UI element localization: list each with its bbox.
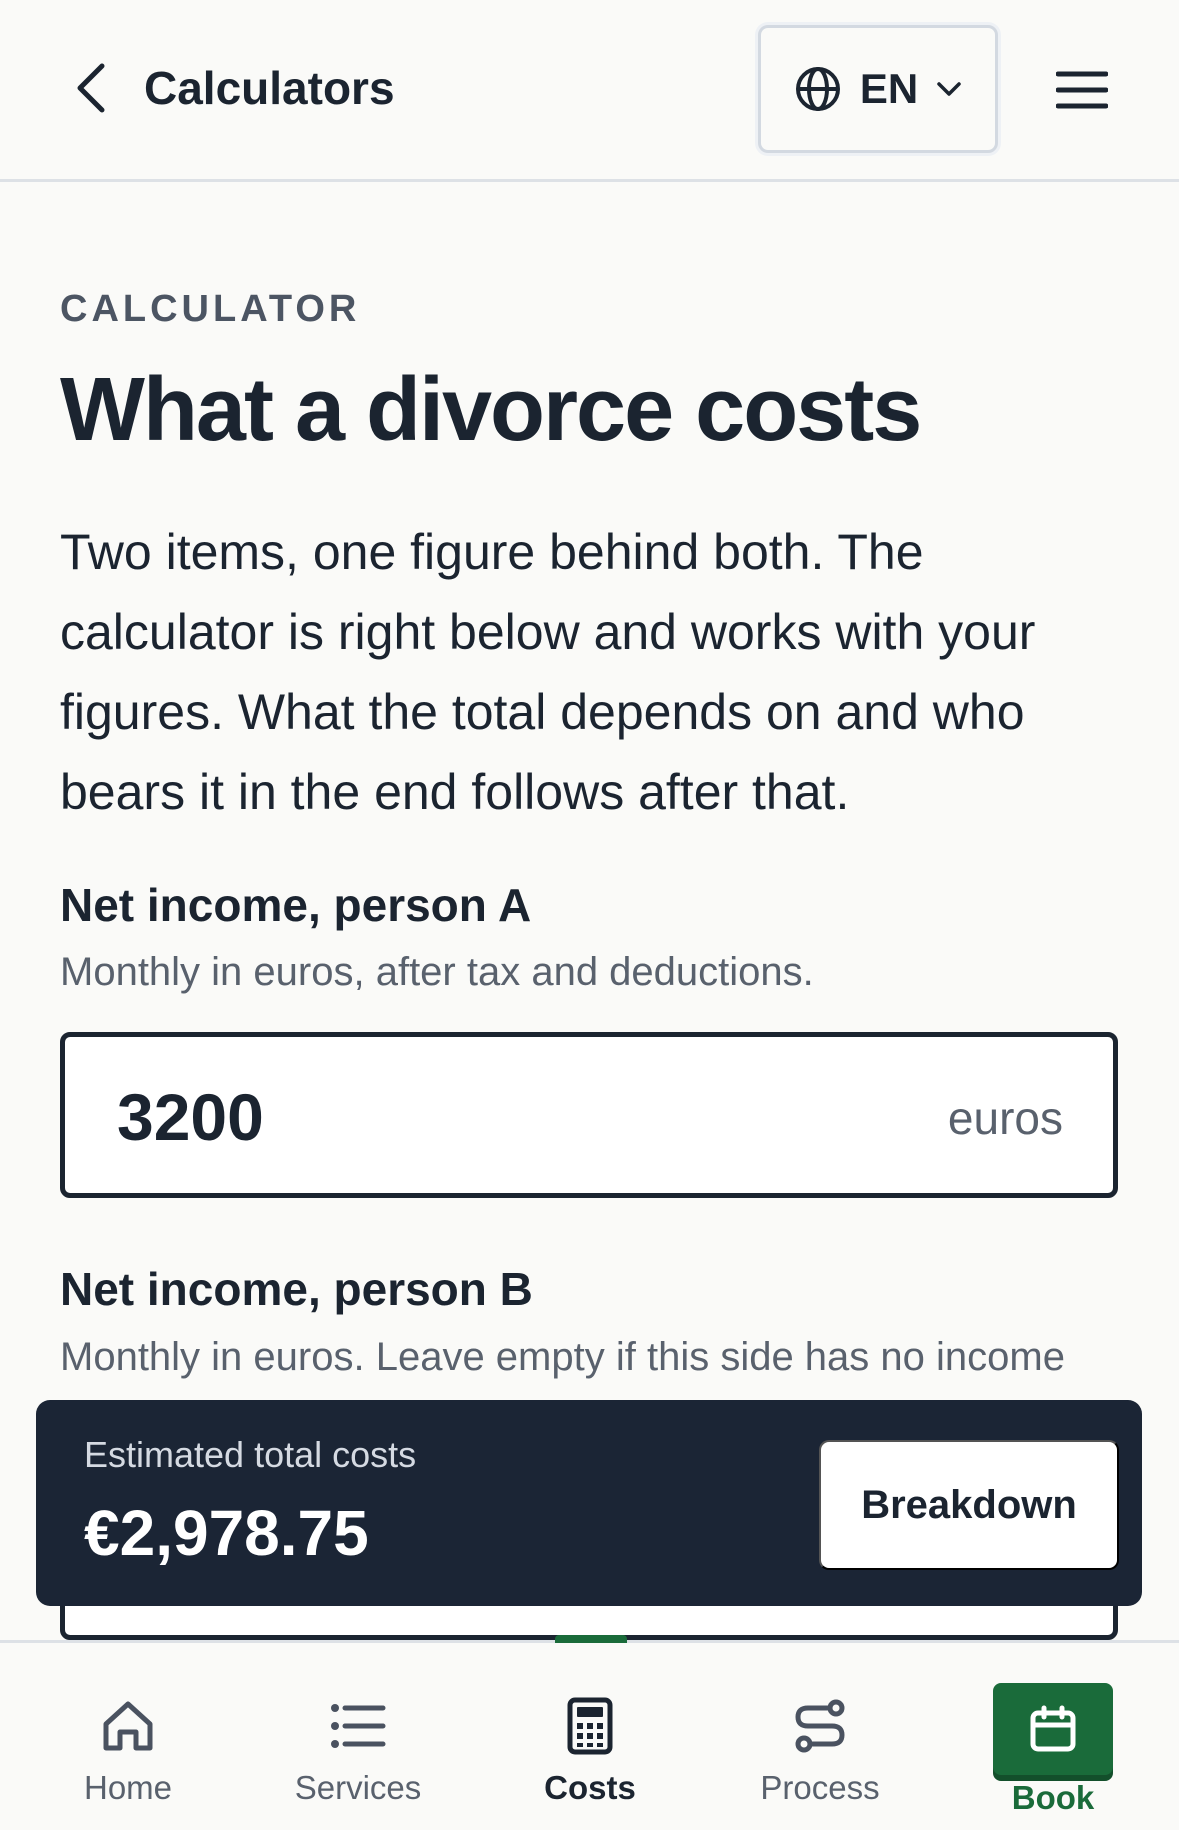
- nav-label-costs: Costs: [544, 1769, 636, 1806]
- back-button[interactable]: [62, 58, 118, 118]
- globe-icon: [795, 67, 840, 111]
- total-cost-label: Estimated total costs: [84, 1434, 417, 1475]
- person-a-income-unit: euros: [947, 1092, 1063, 1144]
- total-cost-value: €2,978.75: [84, 1497, 369, 1569]
- language-label: EN: [859, 65, 919, 112]
- page-title: Calculators: [144, 62, 395, 114]
- nav-label-home: Home: [83, 1769, 173, 1806]
- nav-label-services: Services: [294, 1769, 422, 1806]
- calculator-icon: [567, 1697, 613, 1755]
- hamburger-menu-icon: [1056, 71, 1108, 109]
- book-button[interactable]: [993, 1683, 1113, 1775]
- nav-item-services[interactable]: Services: [243, 1643, 473, 1830]
- route-icon: [795, 1699, 845, 1753]
- section-eyebrow: CALCULATOR: [60, 288, 361, 330]
- person-a-income-value: 3200: [117, 1080, 264, 1154]
- person-a-income-input[interactable]: 3200 euros: [60, 1032, 1118, 1198]
- nav-label-process: Process: [760, 1769, 880, 1806]
- nav-item-costs[interactable]: Costs: [475, 1643, 705, 1830]
- person-b-help: Monthly in euros. Leave empty if this si…: [60, 1335, 1065, 1379]
- total-cost-bar: Estimated total costs €2,978.75 Breakdow…: [36, 1400, 1142, 1606]
- nav-item-home[interactable]: Home: [13, 1643, 243, 1830]
- chevron-left-icon: [77, 63, 105, 113]
- breakdown-button[interactable]: Breakdown: [819, 1440, 1119, 1570]
- home-icon: [103, 1701, 153, 1751]
- menu-button[interactable]: [1052, 62, 1112, 118]
- bottom-nav: Home Services Costs Process Book: [0, 1635, 1179, 1830]
- list-icon: [331, 1704, 386, 1748]
- nav-item-process[interactable]: Process: [705, 1643, 935, 1830]
- person-a-label: Net income, person A: [60, 879, 532, 931]
- headline: What a divorce costs: [60, 360, 922, 460]
- active-tab-indicator: [555, 1635, 627, 1643]
- intro-paragraph: Two items, one figure behind both. The c…: [60, 524, 1036, 820]
- person-a-help: Monthly in euros, after tax and deductio…: [60, 950, 814, 994]
- chevron-down-icon: [937, 82, 961, 96]
- top-bar: Calculators EN: [0, 0, 1179, 182]
- person-b-label: Net income, person B: [60, 1263, 533, 1315]
- language-selector[interactable]: EN: [758, 25, 998, 153]
- calendar-icon: [1030, 1705, 1076, 1752]
- nav-label-book: Book: [1011, 1779, 1095, 1816]
